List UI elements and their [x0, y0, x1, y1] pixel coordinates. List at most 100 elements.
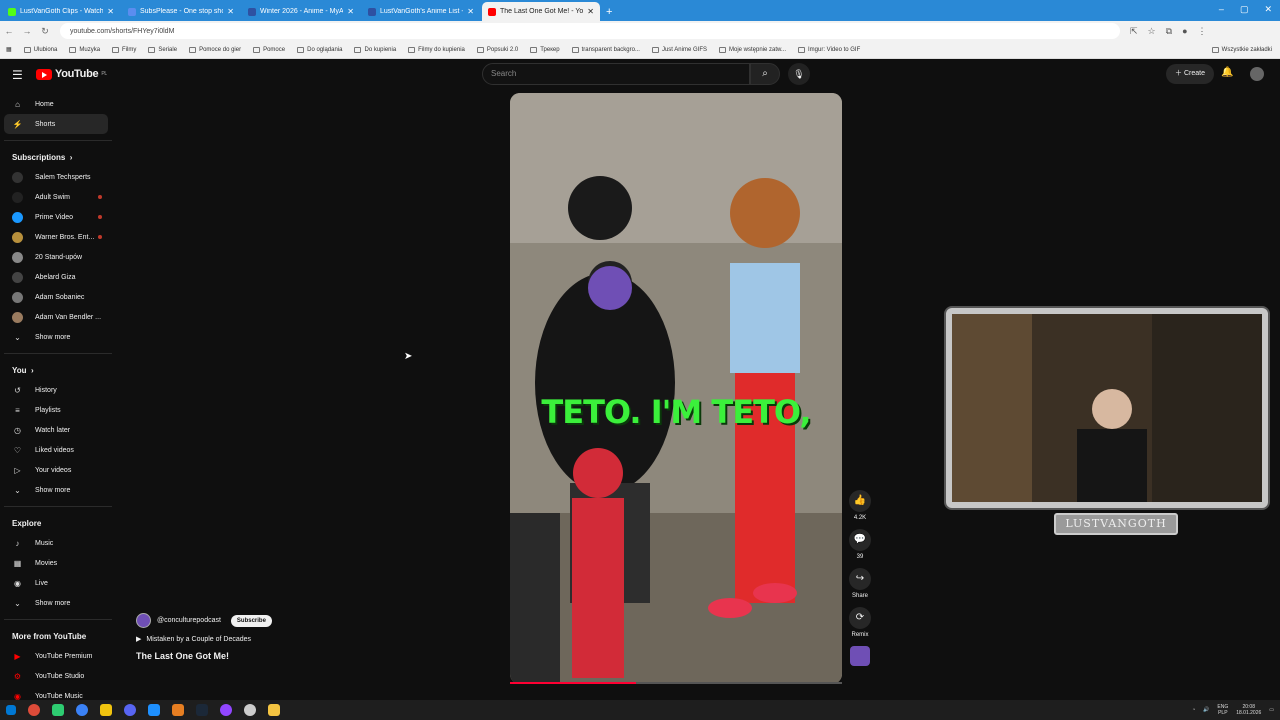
bookmark-item[interactable]: Just Anime GIFS [651, 46, 707, 53]
show-more-explore[interactable]: ⌄ Show more [0, 593, 116, 613]
steam-icon[interactable] [196, 704, 208, 716]
show-more-you[interactable]: ⌄ Show more [0, 480, 116, 500]
apps-icon[interactable]: ▦ [6, 46, 12, 53]
sidebar-item-music[interactable]: ♪ Music [0, 533, 116, 553]
subscriptions-heading[interactable]: Subscriptions › [0, 147, 116, 167]
audio-track[interactable]: ▶ Mistaken by a Couple of Decades [136, 635, 272, 644]
subscribe-button[interactable]: Subscribe [230, 614, 272, 627]
new-tab-button[interactable]: + [606, 6, 612, 18]
address-bar[interactable]: youtube.com/shorts/FHYey7i0ldM [60, 23, 1120, 39]
back-icon[interactable]: ← [0, 26, 18, 36]
bookmark-item[interactable]: Do kupienia [354, 46, 396, 53]
share-button[interactable]: ↪ [849, 568, 871, 590]
bookmark-item[interactable]: transparent backgro... [571, 46, 640, 53]
browser-tab[interactable]: Winter 2026 - Anime - MyAnim✕ [242, 2, 360, 21]
install-icon[interactable]: ⇱ [1130, 26, 1138, 37]
bookmark-item[interactable]: Ulubiona [23, 46, 57, 53]
minimize-icon[interactable]: – [1219, 4, 1224, 15]
bookmark-item[interactable]: Pomoce do gier [189, 46, 241, 53]
profile-icon[interactable]: ● [1182, 26, 1187, 37]
sidebar-item-shorts[interactable]: ⚡ Shorts [4, 114, 108, 134]
sidebar-subscription-item[interactable]: Prime Video [0, 207, 116, 227]
sidebar-subscription-item[interactable]: 20 Stand-upów [0, 247, 116, 267]
bookmark-item[interactable]: Filmy [112, 46, 136, 53]
browser-tab[interactable]: The Last One Got Me! - You ✕ [482, 2, 600, 21]
short-video-player[interactable]: TETO. I'M TETO, [510, 93, 842, 684]
reload-icon[interactable]: ↻ [36, 26, 54, 37]
channel-avatar[interactable] [136, 613, 151, 628]
sidebar-subscription-item[interactable]: Adult Swim [0, 187, 116, 207]
vlc-icon[interactable] [172, 704, 184, 716]
browser-tab[interactable]: LustVanGoth Clips - Watch Live✕ [2, 2, 120, 21]
bookmark-item[interactable]: Popsuki 2.0 [476, 46, 518, 53]
file-explorer-icon[interactable] [268, 704, 280, 716]
tab-close-icon[interactable]: ✕ [227, 7, 234, 16]
forward-icon[interactable]: → [18, 26, 36, 36]
bookmark-item[interactable]: Moje wstępnie zatw... [718, 46, 786, 53]
bookmark-star-icon[interactable]: ☆ [1148, 26, 1156, 37]
create-button[interactable]: ＋ Create [1166, 64, 1214, 84]
bookmark-item[interactable]: Трекер [530, 46, 560, 53]
sidebar-item-your-videos[interactable]: ▷ Your videos [0, 460, 116, 480]
bookmark-item[interactable]: Pomoce [253, 46, 285, 53]
chrome-icon[interactable] [28, 704, 40, 716]
app-icon[interactable] [244, 704, 256, 716]
notifications-bell-icon[interactable]: 🔔 [1221, 67, 1233, 78]
input-language[interactable]: ENG PLP [1217, 704, 1228, 716]
remix-button[interactable]: ⟳ [849, 607, 871, 629]
maximize-icon[interactable]: ▢ [1240, 4, 1249, 15]
sidebar-subscription-item[interactable]: Abelard Giza [0, 267, 116, 287]
browser-icon[interactable] [76, 704, 88, 716]
sidebar-item-playlists[interactable]: ≡ Playlists [0, 400, 116, 420]
volume-icon[interactable]: 🔊 [1203, 707, 1209, 713]
twitch-icon[interactable] [220, 704, 232, 716]
bookmark-item[interactable]: Do oglądania [297, 46, 342, 53]
show-more-subscriptions[interactable]: ⌄ Show more [0, 327, 116, 347]
sidebar-subscription-item[interactable]: Adam Van Bendler ... [0, 307, 116, 327]
bookmark-item[interactable]: Filmy do kupienia [408, 46, 465, 53]
sidebar-subscription-item[interactable]: Warner Bros. Ent... [0, 227, 116, 247]
bookmark-item[interactable]: Imgur: Video to GIF [798, 46, 860, 53]
sidebar-item-watch-later[interactable]: ◷ Watch later [0, 420, 116, 440]
close-window-icon[interactable]: ✕ [1264, 4, 1272, 15]
start-icon[interactable] [6, 705, 16, 715]
tab-close-icon[interactable]: ✕ [347, 7, 354, 16]
channel-name[interactable]: @conculturepodcast [157, 617, 221, 624]
sidebar-item-home[interactable]: ⌂ Home [0, 94, 116, 114]
sidebar-item-movies[interactable]: ▦ Movies [0, 553, 116, 573]
search-button[interactable]: ⌕ [750, 63, 780, 85]
comments-button[interactable]: 💬 [849, 529, 871, 551]
extensions-icon[interactable]: ⧉ [1166, 26, 1172, 37]
bookmark-item[interactable]: Seriale [148, 46, 177, 53]
account-avatar[interactable] [1250, 67, 1264, 81]
tab-close-icon[interactable]: ✕ [587, 7, 594, 16]
sidebar-subscription-item[interactable]: Adam Sobaniec [0, 287, 116, 307]
bookmark-item[interactable]: Muzyka [69, 46, 100, 53]
you-heading[interactable]: You › [0, 360, 116, 380]
wifi-icon[interactable]: ◔ [1192, 707, 1195, 713]
menu-icon[interactable]: ⋮ [1198, 26, 1207, 37]
all-bookmarks[interactable]: Wszystkie zakładki [1211, 46, 1272, 53]
sidebar-item-youtube-premium[interactable]: ▶ YouTube Premium [0, 646, 116, 666]
sidebar-item-youtube-studio[interactable]: ⚙ YouTube Studio [0, 666, 116, 686]
tab-close-icon[interactable]: ✕ [107, 7, 114, 16]
search-input[interactable]: Search [482, 63, 750, 85]
video-progress-bar[interactable] [510, 682, 842, 684]
browser-tab[interactable]: LustVanGoth's Anime List - My ✕ [362, 2, 480, 21]
discord-icon[interactable] [124, 704, 136, 716]
clock[interactable]: 20:08 18.01.2026 [1236, 704, 1261, 716]
sidebar-item-liked-videos[interactable]: ♡ Liked videos [0, 440, 116, 460]
app-icon[interactable] [148, 704, 160, 716]
like-button[interactable]: 👍 [849, 490, 871, 512]
voice-search-button[interactable]: 🎙 [788, 63, 810, 85]
app-icon[interactable] [100, 704, 112, 716]
sidebar-item-history[interactable]: ↺ History [0, 380, 116, 400]
tab-close-icon[interactable]: ✕ [467, 7, 474, 16]
youtube-logo[interactable]: YouTube PL [36, 68, 107, 80]
channel-thumbnail[interactable] [850, 646, 870, 666]
guide-menu-icon[interactable]: ☰ [12, 68, 23, 82]
browser-tab[interactable]: SubsPlease - One stop shop fo ✕ [122, 2, 240, 21]
sidebar-item-live[interactable]: ◉ Live [0, 573, 116, 593]
app-icon[interactable] [52, 704, 64, 716]
sidebar-subscription-item[interactable]: Salem Techsperts [0, 167, 116, 187]
